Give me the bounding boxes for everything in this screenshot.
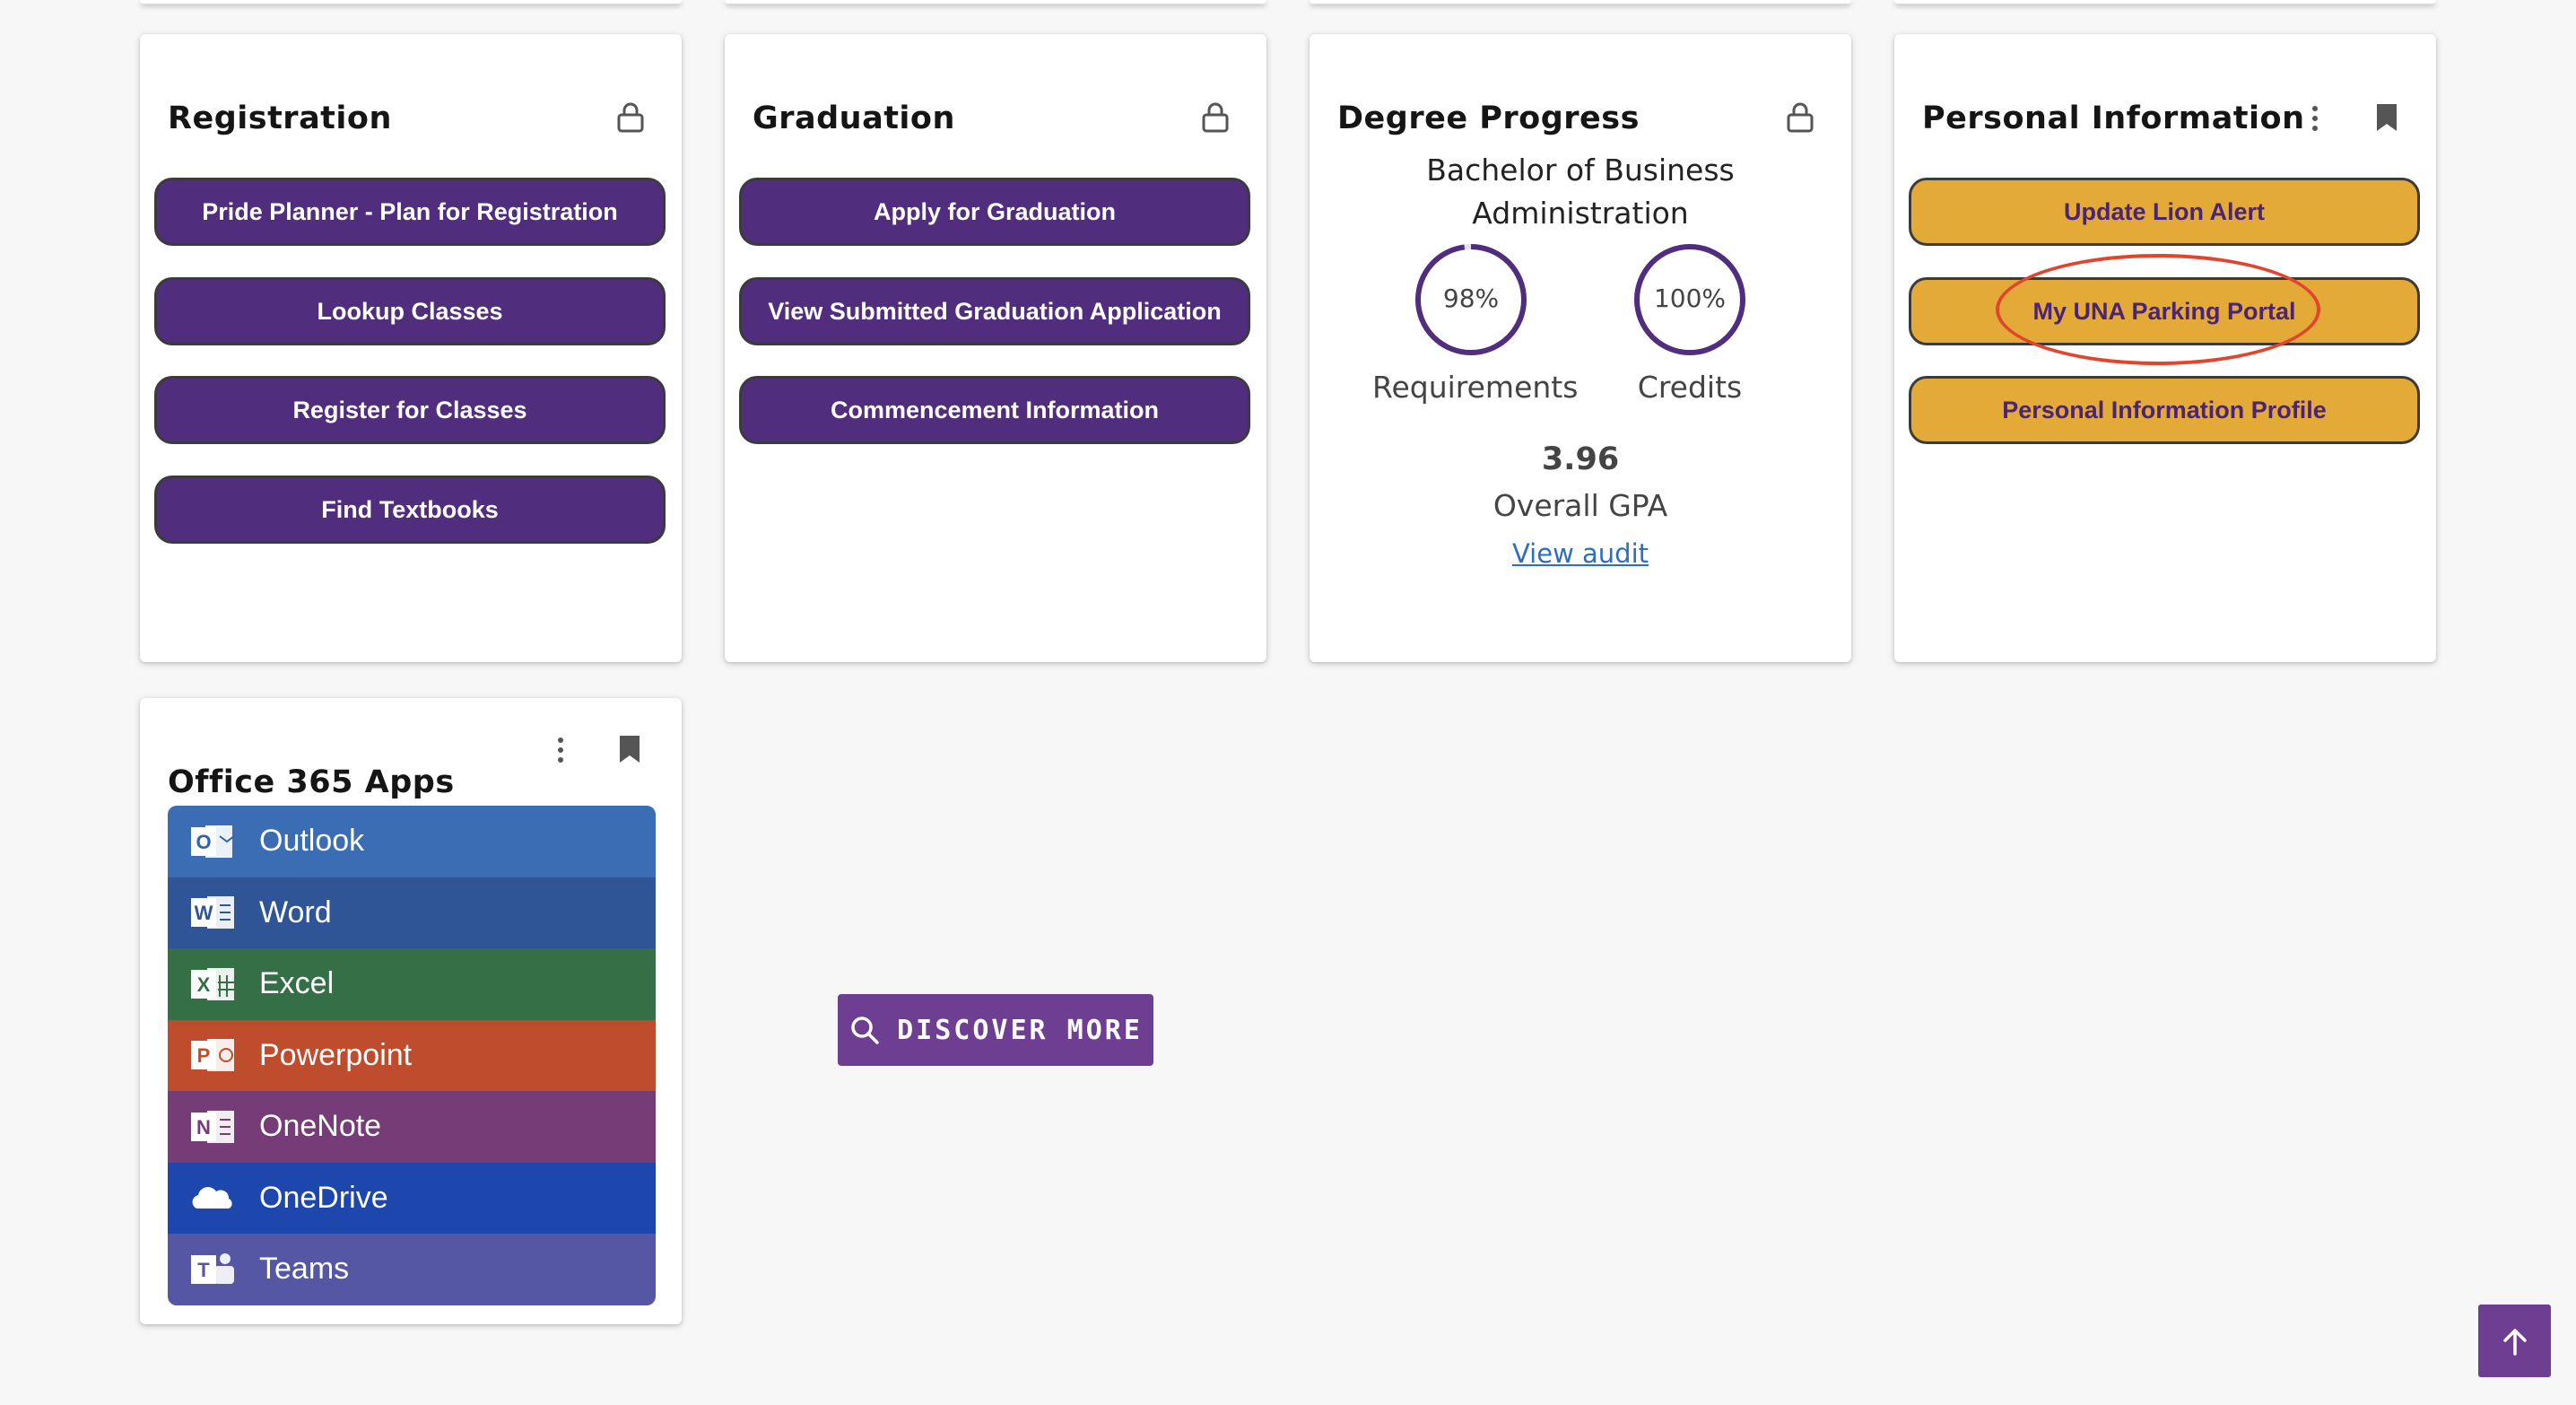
card-top-edge	[140, 0, 682, 4]
svg-text:W: W	[195, 902, 213, 924]
graduation-card: Graduation Apply for Graduation View Sub…	[725, 34, 1266, 662]
onenote-icon: N	[191, 1110, 234, 1143]
requirements-label: Requirements	[1372, 370, 1579, 405]
personal-information-profile-button[interactable]: Personal Information Profile	[1909, 376, 2420, 444]
kebab-menu-icon[interactable]	[2310, 104, 2320, 133]
pride-planner-button[interactable]: Pride Planner - Plan for Registration	[154, 178, 666, 246]
search-icon	[851, 1017, 879, 1044]
degree-progress-card: Degree Progress Bachelor of Business Adm…	[1310, 34, 1851, 662]
app-row-powerpoint[interactable]: P Powerpoint	[168, 1019, 656, 1091]
register-for-classes-button[interactable]: Register for Classes	[154, 376, 666, 444]
office-365-apps-card: Office 365 Apps O Outlook W Word X Excel…	[140, 698, 682, 1324]
lookup-classes-button[interactable]: Lookup Classes	[154, 277, 666, 345]
card-title: Personal Information	[1922, 100, 2305, 136]
svg-text:O: O	[196, 831, 211, 853]
svg-text:X: X	[197, 973, 211, 996]
back-to-top-button[interactable]	[2478, 1305, 2551, 1377]
app-label: Word	[259, 894, 332, 929]
personal-information-card: Personal Information Update Lion Alert M…	[1894, 34, 2436, 662]
app-row-teams[interactable]: T Teams	[168, 1234, 656, 1305]
lock-icon[interactable]	[1201, 102, 1230, 133]
word-icon: W	[191, 896, 234, 929]
app-label: Outlook	[259, 824, 365, 859]
gpa-label: Overall GPA	[1493, 488, 1668, 523]
svg-text:N: N	[196, 1116, 211, 1139]
outlook-icon: O	[191, 825, 235, 858]
credits-label: Credits	[1637, 370, 1743, 405]
registration-card: Registration Pride Planner - Plan for Re…	[140, 34, 682, 662]
app-label: OneDrive	[259, 1180, 388, 1215]
discover-more-label: DISCOVER MORE	[897, 1014, 1143, 1046]
app-row-outlook[interactable]: O Outlook	[168, 806, 656, 877]
view-audit-link[interactable]: View audit	[1512, 538, 1649, 569]
find-textbooks-button[interactable]: Find Textbooks	[154, 476, 666, 544]
gpa-value: 3.96	[1541, 441, 1620, 477]
degree-name-line1: Bachelor of Business	[1426, 153, 1735, 188]
card-title: Graduation	[753, 100, 955, 136]
apply-for-graduation-button[interactable]: Apply for Graduation	[739, 178, 1250, 246]
app-label: Excel	[259, 966, 335, 1001]
onedrive-cloud-icon	[192, 1187, 232, 1209]
requirements-percent: 98%	[1442, 284, 1500, 313]
app-label: Teams	[259, 1252, 350, 1287]
lock-icon[interactable]	[616, 102, 645, 133]
apps-list: O Outlook W Word X Excel P Powerpoint N …	[168, 806, 656, 1305]
app-row-word[interactable]: W Word	[168, 877, 656, 948]
commencement-information-button[interactable]: Commencement Information	[739, 376, 1250, 444]
app-label: Powerpoint	[259, 1037, 413, 1072]
arrow-up-icon	[2502, 1328, 2527, 1356]
svg-text:T: T	[197, 1259, 210, 1281]
card-top-edge	[725, 0, 1266, 4]
card-title: Degree Progress	[1337, 100, 1640, 136]
audit-link-wrap: View audit	[1310, 538, 1851, 569]
card-title: Registration	[168, 100, 392, 136]
bookmark-icon[interactable]	[618, 734, 641, 764]
degree-name-line2: Administration	[1472, 196, 1689, 231]
card-top-edge	[1894, 0, 2436, 4]
app-row-onenote[interactable]: N OneNote	[168, 1091, 656, 1163]
parking-portal-button[interactable]: My UNA Parking Portal	[1909, 277, 2420, 345]
card-title: Office 365 Apps	[168, 764, 455, 800]
excel-icon: X	[191, 967, 234, 1000]
card-top-edge	[1310, 0, 1851, 4]
app-label: OneNote	[259, 1109, 382, 1144]
credits-percent: 100%	[1653, 284, 1727, 313]
lock-icon[interactable]	[1786, 102, 1815, 133]
kebab-menu-icon[interactable]	[555, 736, 566, 764]
teams-icon: T	[191, 1252, 234, 1284]
svg-text:P: P	[197, 1044, 211, 1067]
discover-more-button[interactable]: DISCOVER MORE	[838, 994, 1153, 1066]
app-row-onedrive[interactable]: OneDrive	[168, 1162, 656, 1234]
app-row-excel[interactable]: X Excel	[168, 948, 656, 1020]
powerpoint-icon: P	[191, 1039, 234, 1072]
bookmark-icon[interactable]	[2375, 102, 2398, 133]
update-lion-alert-button[interactable]: Update Lion Alert	[1909, 178, 2420, 246]
view-graduation-application-button[interactable]: View Submitted Graduation Application	[739, 277, 1250, 345]
